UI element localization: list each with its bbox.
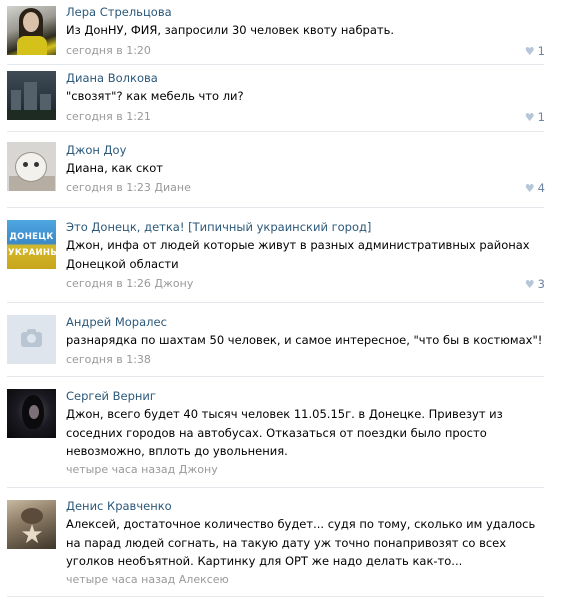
like-button[interactable]: ♥ 3	[525, 277, 545, 291]
comment-time[interactable]: четыре часа назад	[66, 463, 175, 476]
comment-author[interactable]: Лера Стрельцова	[66, 5, 172, 19]
comment-meta[interactable]: сегодня в 1:38	[66, 353, 151, 366]
heart-icon: ♥	[524, 45, 535, 58]
divider	[7, 207, 544, 208]
star-icon: ★	[20, 520, 44, 549]
avatar[interactable]	[7, 389, 56, 438]
comment-time[interactable]: четыре часа назад	[66, 573, 175, 586]
comment-text: Джон, всего будет 40 тысяч человек 11.05…	[66, 407, 503, 458]
avatar-shirt	[17, 36, 47, 55]
comment-text: "свозят"? как мебель что ли?	[66, 89, 244, 103]
avatar[interactable]	[7, 6, 56, 55]
comment-author[interactable]: Это Донецк, детка! [Типичный украинский …	[66, 220, 371, 234]
divider	[7, 64, 544, 65]
comment-time[interactable]: сегодня в 1:26	[66, 277, 151, 290]
comment-text: Джон, инфа от людей которые живут в разн…	[66, 238, 530, 271]
avatar-mask	[15, 152, 47, 182]
divider	[7, 302, 544, 303]
comment-text: Диана, как скот	[66, 161, 163, 175]
avatar-building	[11, 90, 21, 112]
reply-to[interactable]: Джону	[179, 463, 218, 476]
heart-icon: ♥	[524, 182, 535, 195]
comment-meta[interactable]: сегодня в 1:23 Диане	[66, 181, 191, 194]
comment-meta[interactable]: четыре часа назад Алексею	[66, 573, 229, 586]
like-button[interactable]: ♥ 4	[525, 181, 545, 195]
avatar[interactable]	[7, 315, 56, 364]
reply-to[interactable]: Алексею	[179, 573, 229, 586]
comment-meta[interactable]: четыре часа назад Джону	[66, 463, 218, 476]
divider	[7, 596, 544, 597]
comment-author[interactable]: Джон Доу	[66, 143, 126, 157]
avatar-logo-text-top: ДОНЕЦК	[9, 232, 54, 242]
like-count: 1	[537, 110, 545, 124]
avatar-eye	[34, 162, 39, 167]
heart-icon: ♥	[524, 111, 535, 124]
reply-to[interactable]: Диане	[154, 181, 190, 194]
comment-text: разнарядка по шахтам 50 человек, и самое…	[66, 333, 543, 347]
comment-text: Из ДонНУ, ФИЯ, запросили 30 человек квот…	[66, 23, 395, 37]
comment-time[interactable]: сегодня в 1:38	[66, 353, 151, 366]
reply-to[interactable]: Джону	[154, 277, 193, 290]
comment-author[interactable]: Денис Кравченко	[66, 499, 172, 513]
comment-time[interactable]: сегодня в 1:20	[66, 44, 151, 57]
comment-author[interactable]: Диана Волкова	[66, 71, 158, 85]
avatar-building	[24, 82, 37, 112]
comment-author[interactable]: Андрей Моралес	[66, 315, 167, 329]
divider	[7, 131, 544, 132]
comment-time[interactable]: сегодня в 1:23	[66, 181, 151, 194]
heart-icon: ♥	[524, 278, 535, 291]
divider	[7, 487, 544, 488]
avatar-road	[7, 110, 56, 120]
avatar[interactable]: ★	[7, 500, 56, 549]
avatar-face	[23, 12, 39, 32]
comment-author[interactable]: Сергей Верниг	[66, 389, 156, 403]
comment-meta[interactable]: сегодня в 1:21	[66, 110, 151, 123]
comment-text: Алексей, достаточное количество будет...…	[66, 517, 536, 568]
avatar-logo-text-bottom: УКРАИНЫ	[8, 248, 56, 258]
divider	[7, 376, 544, 377]
avatar[interactable]: ДОНЕЦК УКРАИНЫ	[7, 220, 56, 269]
comment-meta[interactable]: сегодня в 1:20	[66, 44, 151, 57]
like-count: 4	[537, 181, 545, 195]
avatar[interactable]	[7, 71, 56, 120]
avatar-eye	[23, 162, 28, 167]
comment-time[interactable]: сегодня в 1:21	[66, 110, 151, 123]
comment-meta[interactable]: сегодня в 1:26 Джону	[66, 277, 193, 290]
avatar[interactable]	[7, 142, 56, 191]
like-button[interactable]: ♥ 1	[525, 44, 545, 58]
avatar-face	[29, 405, 39, 419]
like-button[interactable]: ♥ 1	[525, 110, 545, 124]
like-count: 1	[537, 44, 545, 58]
like-count: 3	[537, 277, 545, 291]
camera-lens-icon	[27, 334, 36, 343]
